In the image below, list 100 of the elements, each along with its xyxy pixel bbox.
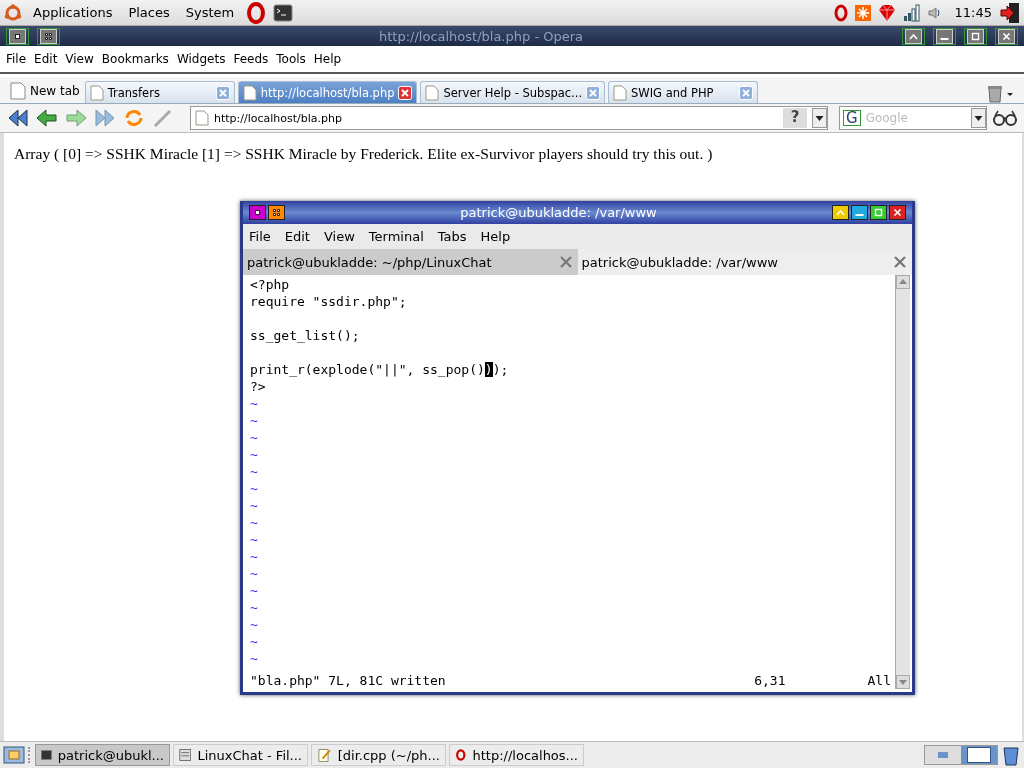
empty-line-tilde: ~	[250, 651, 258, 666]
taskbar-button[interactable]: patrick@ubukl...	[35, 744, 170, 766]
code-line: ss_get_list();	[250, 327, 361, 344]
ubuntu-logo-icon[interactable]	[4, 3, 22, 22]
menu-item[interactable]: Help	[480, 229, 511, 244]
empty-line-tilde: ~	[250, 515, 258, 530]
menu-item[interactable]: Feeds	[229, 52, 273, 66]
search-box[interactable]: G Google	[839, 106, 987, 130]
page-icon	[613, 84, 628, 101]
empty-line-tilde: ~	[250, 481, 258, 496]
scroll-up-button[interactable]	[896, 275, 910, 289]
browser-tab[interactable]: Transfers	[84, 81, 235, 103]
menu-item[interactable]: Tabs	[437, 229, 467, 244]
empty-line-tilde: ~	[250, 566, 258, 581]
minimize-button[interactable]	[851, 205, 868, 220]
terminal-tab[interactable]: patrick@ubukladde: ~/php/LinuxChat	[243, 249, 578, 275]
empty-line-tilde: ~	[250, 498, 258, 513]
window-menu-button[interactable]	[249, 205, 266, 220]
browser-tab[interactable]: SWIG and PHP	[608, 81, 759, 103]
menu-item[interactable]: Terminal	[368, 229, 424, 244]
code-line: ?>	[250, 378, 267, 395]
menu-item[interactable]: Widgets	[172, 52, 230, 66]
help-button[interactable]: ?	[783, 108, 807, 128]
search-engine-logo: G	[843, 110, 861, 126]
show-desktop-icon[interactable]	[3, 745, 25, 765]
address-text: http://localhost/bla.php	[214, 111, 342, 125]
scroll-down-button[interactable]	[896, 675, 910, 689]
taskbar-button[interactable]: LinuxChat - Fil...	[173, 744, 308, 766]
glasses-icon[interactable]	[992, 109, 1018, 127]
empty-line-tilde: ~	[250, 549, 258, 564]
gem-icon[interactable]	[876, 2, 897, 23]
minimize-button[interactable]	[933, 27, 956, 45]
text-editor-icon	[317, 747, 332, 763]
menu-item[interactable]: Edit	[30, 52, 62, 66]
window-menu-button[interactable]	[6, 27, 29, 45]
menu-item[interactable]: File	[2, 52, 31, 66]
status-message: "bla.php" 7L, 81C written	[250, 672, 446, 689]
maximize-button[interactable]	[870, 205, 887, 220]
back-arrow-icon[interactable]	[35, 107, 59, 129]
window-title: patrick@ubukladde: /var/www	[460, 205, 657, 220]
star-tray-icon[interactable]	[854, 4, 871, 21]
opera-icon	[455, 747, 467, 763]
menu-item[interactable]: View	[323, 229, 355, 244]
trash-icon[interactable]	[986, 85, 1016, 103]
empty-line-tilde: ~	[250, 430, 258, 445]
page-icon	[425, 84, 440, 101]
shade-button[interactable]	[832, 205, 849, 220]
menu-item[interactable]: Help	[309, 52, 346, 66]
panel-menu[interactable]: Applications	[28, 5, 118, 20]
shade-button[interactable]	[902, 27, 925, 45]
scrollbar[interactable]	[895, 275, 910, 689]
empty-line-tilde: ~	[250, 532, 258, 547]
window-title: http://localhost/bla.php - Opera	[379, 28, 583, 44]
empty-line-tilde: ~	[250, 464, 258, 479]
close-button[interactable]	[889, 205, 906, 220]
menu-item[interactable]: View	[61, 52, 98, 66]
empty-line-tilde: ~	[250, 634, 258, 649]
volume-icon[interactable]	[926, 4, 943, 21]
empty-line-tilde: ~	[250, 583, 258, 598]
code-line: require "ssdir.php";	[250, 293, 408, 310]
maximize-button[interactable]	[964, 27, 987, 45]
sticky-button[interactable]	[268, 205, 285, 220]
sticky-button[interactable]	[37, 27, 60, 45]
taskbar-button[interactable]: http://localhos...	[449, 744, 584, 766]
signal-bars-icon[interactable]	[902, 3, 921, 22]
panel-menu[interactable]: Places	[123, 5, 175, 20]
file-manager-icon	[179, 747, 192, 763]
taskbar-button[interactable]: [dir.cpp (~/ph...	[311, 744, 446, 766]
dropdown-button[interactable]	[812, 108, 827, 128]
trash-icon[interactable]	[1001, 744, 1021, 766]
close-tab-icon[interactable]	[894, 256, 906, 268]
code-line: print_r(explode("||", ss_pop()));	[250, 361, 510, 378]
menu-item[interactable]: Tools	[272, 52, 310, 66]
clock[interactable]: 11:45	[954, 5, 992, 20]
browser-tab[interactable]: Server Help - Subspac...	[420, 81, 606, 103]
page-icon	[195, 110, 209, 126]
empty-line-tilde: ~	[250, 600, 258, 615]
close-button[interactable]	[995, 27, 1018, 45]
terminal-tab[interactable]: patrick@ubukladde: /var/www	[577, 249, 912, 275]
close-tab-icon[interactable]	[559, 256, 572, 268]
code-line: <?php	[250, 276, 291, 293]
menu-item[interactable]: File	[249, 229, 271, 244]
rewind-icon[interactable]	[6, 107, 30, 129]
scroll-position: All	[867, 672, 891, 689]
opera-launcher-icon[interactable]	[245, 1, 268, 24]
page-icon	[89, 84, 104, 101]
address-field[interactable]: http://localhost/bla.php ?	[190, 106, 828, 130]
menu-item[interactable]: Edit	[284, 229, 310, 244]
empty-line-tilde: ~	[250, 447, 258, 462]
terminal-launcher-icon[interactable]	[273, 3, 294, 22]
terminal-icon	[41, 748, 52, 762]
page-icon	[242, 84, 257, 101]
workspace-switcher[interactable]	[924, 745, 998, 765]
panel-menu[interactable]: System	[180, 5, 240, 20]
logout-icon[interactable]	[1000, 1, 1020, 24]
new-tab-button[interactable]: New tab	[8, 79, 82, 103]
cursor-position: 6,31	[754, 672, 786, 689]
menu-item[interactable]: Bookmarks	[97, 52, 173, 66]
empty-line-tilde: ~	[250, 617, 258, 632]
dropdown-button[interactable]	[971, 108, 986, 128]
